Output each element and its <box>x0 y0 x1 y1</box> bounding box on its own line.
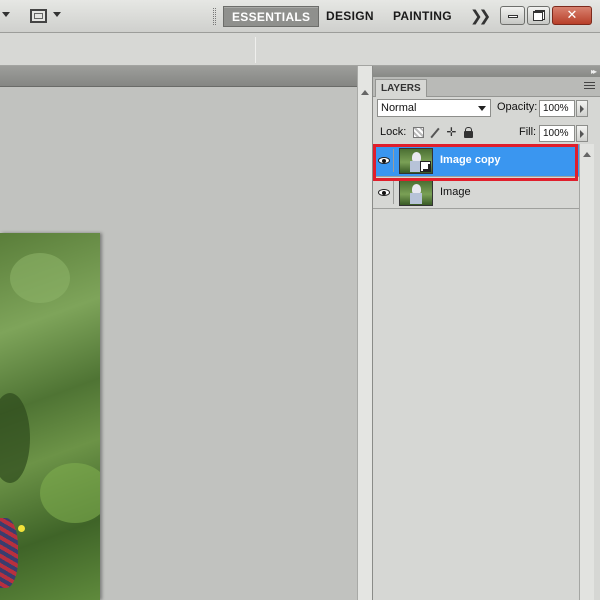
document-scrollbar[interactable] <box>357 66 372 600</box>
fill-label: Fill: <box>519 126 537 138</box>
workspace-painting-button[interactable]: PAINTING <box>385 6 460 27</box>
fill-slider-button[interactable] <box>576 125 588 142</box>
blend-mode-value: Normal <box>381 102 417 114</box>
double-chevron-right-icon[interactable]: ❯❯ <box>470 7 491 25</box>
opacity-slider-button[interactable] <box>576 100 588 117</box>
screen-mode-icon[interactable] <box>30 9 47 23</box>
lock-transparent-pixels-icon[interactable] <box>413 127 424 138</box>
options-divider <box>255 37 256 63</box>
lock-image-pixels-icon[interactable] <box>429 127 440 138</box>
dropdown-arrow-icon[interactable] <box>2 12 10 17</box>
eye-icon <box>378 189 390 196</box>
lock-all-icon[interactable] <box>463 127 474 138</box>
minimize-button[interactable] <box>500 6 525 25</box>
layers-scrollbar[interactable] <box>579 144 594 600</box>
layer-thumbnail[interactable] <box>399 180 433 206</box>
restore-icon <box>533 10 545 21</box>
scroll-up-icon[interactable] <box>583 152 591 157</box>
thumbnail-body <box>410 193 422 204</box>
canvas-image[interactable] <box>0 233 100 600</box>
scroll-up-icon[interactable] <box>361 90 369 95</box>
grass-patch <box>40 463 100 523</box>
close-icon: ✕ <box>566 8 578 23</box>
selected-layer-highlight <box>373 144 578 181</box>
tab-layers[interactable]: LAYERS <box>375 79 427 97</box>
close-button[interactable]: ✕ <box>552 6 592 25</box>
separator <box>213 8 216 25</box>
yellow-flower <box>18 525 25 532</box>
visibility-toggle[interactable] <box>375 181 394 204</box>
panel-tab-row: LAYERS <box>373 77 600 97</box>
layer-row-image[interactable]: Image <box>373 177 579 209</box>
opacity-field[interactable]: 100% <box>539 100 575 117</box>
lock-position-icon[interactable]: ✛ <box>446 126 457 138</box>
restore-button[interactable] <box>527 6 550 25</box>
minimize-icon <box>508 15 518 18</box>
canvas-area[interactable] <box>0 87 357 600</box>
panel-menu-icon[interactable] <box>584 82 595 91</box>
lock-label: Lock: <box>380 126 407 138</box>
workspace-design-button[interactable]: DESIGN <box>318 6 382 27</box>
options-bar <box>0 33 600 66</box>
layer-name[interactable]: Image <box>440 186 471 198</box>
opacity-label: Opacity: <box>497 101 538 113</box>
screen-mode-dropdown-icon[interactable] <box>53 12 61 17</box>
document-window <box>0 66 372 600</box>
collapse-panels-icon[interactable]: ▸▸ <box>591 67 597 76</box>
child-clothing <box>0 518 18 588</box>
application-bar: ESSENTIALS DESIGN PAINTING ❯❯ ✕ <box>0 0 600 33</box>
layers-list: Image copy Image <box>373 144 579 600</box>
foliage-highlight <box>10 253 70 303</box>
blend-mode-select[interactable]: Normal <box>377 99 491 117</box>
chevron-down-icon <box>478 106 486 111</box>
tree-trunk-shadow <box>0 393 30 483</box>
document-title-bar[interactable] <box>0 66 357 87</box>
fill-field[interactable]: 100% <box>539 125 575 142</box>
workspace-essentials-button[interactable]: ESSENTIALS <box>223 6 320 27</box>
panel-dock-header[interactable]: ▸▸ <box>373 66 600 77</box>
